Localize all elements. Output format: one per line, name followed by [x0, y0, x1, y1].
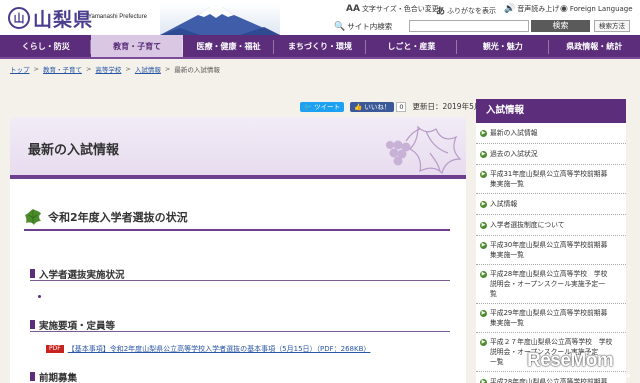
gnav-town[interactable]: まちづくり・環境 [274, 35, 367, 57]
globe-icon: ◉ [560, 4, 568, 14]
sidebar-item-label: 平成28年度山梨県公立高等学校前期募 [490, 378, 608, 383]
search-icon: 🔍 [334, 21, 346, 32]
sidebar-item[interactable]: ▶ 入試情報 [476, 194, 626, 215]
search-input[interactable] [409, 20, 529, 32]
speech-label: 音声読み上げ [517, 5, 560, 13]
facebook-like-button[interactable]: 👍 いいね！ [350, 101, 395, 112]
subsection-heading-early-recruitment: 前期募集 [30, 370, 450, 383]
arrow-right-icon: ▶ [480, 200, 487, 208]
text-size-label: 文字サイズ・色合い変更 [361, 5, 439, 13]
sidebar-item-label: 平成28年度山梨県公立高等学校 学校 説明会・オープンスクール実施予定一覧 [490, 270, 608, 298]
text-size-color-link[interactable]: A͏A 文字サイズ・色合い変更 [346, 4, 439, 14]
arrow-right-icon: ▶ [480, 221, 487, 229]
global-nav: くらし・防災 教育・子育て 医療・健康・福祉 まちづくり・環境 しごと・産業 観… [0, 35, 640, 59]
pdf-icon: PDF [46, 345, 64, 353]
section-heading-text: 令和2年度入学者選抜の状況 [48, 211, 188, 224]
sidebar-item-label: 過去の入試状況 [490, 150, 538, 158]
sidebar: 入試情報 ▶ 最新の入試情報 ▶ 過去の入試状況 ▶ 平成31年度山梨県公立高等学校前期募… [476, 99, 626, 383]
furigana-link[interactable]: あ ふりがなを表示 [436, 4, 497, 18]
arrow-right-icon: ▶ [480, 170, 487, 178]
page-title: 最新の入試情報 [28, 143, 120, 158]
site-name-en: Yamanashi Prefecture [88, 14, 147, 20]
section-heading-admission-status: 令和2年度入学者選抜の状況 [24, 205, 450, 231]
sidebar-item-label: 平成29年度山梨県公立高等学校前期募 集実施一覧 [490, 309, 608, 327]
furigana-label: ふりがなを表示 [447, 6, 497, 15]
breadcrumb: トップ > 教育・子育て > 高等学校 > 入試情報 > 最新の入試情報 [10, 64, 220, 74]
arrow-right-icon: ▶ [480, 309, 487, 317]
sidebar-item-label: 最新の入試情報 [490, 129, 538, 137]
like-count: 0 [396, 101, 407, 112]
gnav-tourism[interactable]: 観光・魅力 [457, 35, 549, 57]
gnav-health[interactable]: 医療・健康・福祉 [183, 35, 275, 57]
gnav-government[interactable]: 県政情報・統計 [549, 35, 640, 57]
sidebar-item[interactable]: ▶ 最新の入試情報 [476, 123, 626, 144]
mt-fuji-illustration [160, 3, 280, 35]
sidebar-item[interactable]: ▶ 平成29年度山梨県公立高等学校前期募 集実施一覧 [476, 304, 626, 333]
basic-items-pdf-link[interactable]: 【基本事項】令和2年度山梨県公立高等学校入学者選抜の基本事項（5月15日）（PD… [68, 344, 371, 354]
site-name: 山梨県 [33, 8, 94, 31]
gnav-education[interactable]: 教育・子育て [91, 35, 184, 57]
arrow-right-icon: ▶ [480, 338, 487, 346]
sidebar-item[interactable]: ▶ 平成28年度山梨県公立高等学校 学校 説明会・オープンスクール実施予定一覧 [476, 265, 626, 304]
share-bar: 🐦 ツイート 👍 いいね！ 0 更新日：2019年5月17日 [300, 101, 498, 112]
arrow-right-icon: ▶ [480, 129, 487, 137]
watermark-underline [530, 374, 630, 377]
furigana-icon: あ [436, 7, 446, 17]
gnav-living[interactable]: くらし・防災 [0, 35, 92, 57]
pdf-link-row: PDF 【基本事項】令和2年度山梨県公立高等学校入学者選抜の基本事項（5月15日… [46, 344, 370, 354]
sidebar-item[interactable]: ▶ 入学者選抜制度について [476, 215, 626, 236]
search-help-button[interactable]: 検索方法 [594, 20, 630, 32]
sidebar-item-label: 入学者選抜制度について [490, 221, 565, 229]
tweet-button[interactable]: 🐦 ツイート [300, 101, 345, 112]
arrow-right-icon: ▶ [480, 150, 487, 158]
search-button[interactable]: 検索 [531, 20, 590, 32]
speaker-icon: 🔊 [504, 4, 516, 14]
arrow-right-icon: ▶ [480, 378, 487, 383]
foreign-language-link[interactable]: ◉ Foreign Language [560, 4, 633, 14]
sidebar-item[interactable]: ▶ 過去の入試状況 [476, 144, 626, 165]
gnav-work[interactable]: しごと・産業 [366, 35, 458, 57]
text-size-icon: A͏A [346, 4, 360, 14]
main-content: 最新の入試情報 令和2年度入学者選抜の状況 入学者選抜実施状況 実施要項・定員等 [10, 117, 466, 383]
breadcrumb-high-school[interactable]: 高等学校 [95, 64, 121, 74]
site-logo[interactable]: 山 山梨県 [8, 4, 93, 32]
sidebar-item-label: 平成31年度山梨県公立高等学校前期募 集実施一覧 [490, 170, 608, 188]
twitter-icon: 🐦 [304, 102, 313, 111]
sidebar-list: ▶ 最新の入試情報 ▶ 過去の入試状況 ▶ 平成31年度山梨県公立高等学校前期募 集実施一覧… [476, 123, 626, 383]
sidebar-item-label: 入試情報 [490, 200, 518, 208]
title-banner: 最新の入試情報 [10, 117, 466, 179]
thumbs-up-icon: 👍 [354, 102, 363, 111]
breadcrumb-top[interactable]: トップ [10, 64, 30, 74]
breadcrumb-current: 最新の入試情報 [174, 66, 220, 74]
grape-decoration-icon [386, 125, 462, 175]
grape-leaf-icon [25, 209, 41, 225]
sidebar-title: 入試情報 [476, 99, 626, 123]
site-search-label: 🔍 サイト内検索 [334, 21, 393, 32]
speech-link[interactable]: 🔊 音声読み上げ [504, 4, 559, 14]
site-header: 山 山梨県 Yamanashi Prefecture A͏A 文字サイズ・色合い… [0, 0, 640, 35]
resemom-watermark: ReseMom [527, 350, 614, 371]
arrow-right-icon: ▶ [480, 270, 487, 278]
sidebar-item-label: 平成30年度山梨県公立高等学校前期募 集実施一覧 [490, 241, 608, 259]
breadcrumb-education[interactable]: 教育・子育て [43, 64, 82, 74]
prefecture-seal-icon: 山 [8, 7, 30, 29]
subsection-heading-guidelines: 実施要項・定員等 [30, 318, 450, 332]
arrow-right-icon: ▶ [480, 241, 487, 249]
breadcrumb-admission[interactable]: 入試情報 [135, 64, 161, 74]
sidebar-item[interactable]: ▶ 平成31年度山梨県公立高等学校前期募 集実施一覧 [476, 165, 626, 194]
subsection-heading-implementation: 入学者選抜実施状況 [30, 267, 450, 281]
sidebar-item[interactable]: ▶ 平成30年度山梨県公立高等学校前期募 集実施一覧 [476, 236, 626, 265]
list-bullet [38, 295, 41, 298]
foreign-language-label: Foreign Language [569, 5, 633, 13]
